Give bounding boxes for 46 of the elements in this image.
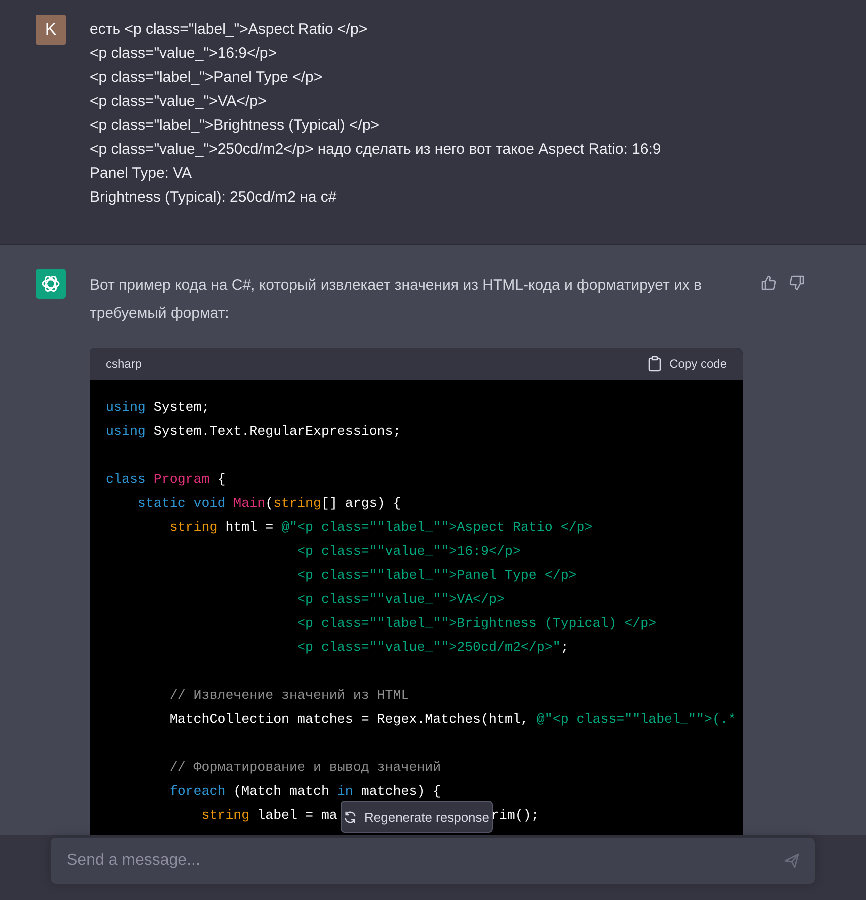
message-text-line: <p class="value_">250cd/m2</p> надо сделать из него вот такое Aspect Ratio: 16:9 (90, 140, 662, 160)
message-text-line: <p class="value_">VA</p> (90, 92, 268, 112)
code-token: matches) { (360, 784, 442, 799)
message-text-line: <p class="label_">Panel Type </p> (90, 68, 324, 88)
regenerate-response-button[interactable]: Regenerate response (341, 801, 493, 833)
code-token: <p class=""label_"">Panel Type </p> (296, 568, 577, 583)
code-token: <p class=""value_"">250cd/m2</p>" (296, 640, 561, 655)
code-token: // Извлечение значений из HTML (168, 688, 410, 703)
code-token: @"<p class=""label_"">(.* (536, 712, 736, 727)
code-token: System; (152, 400, 210, 415)
copy-code-button[interactable]: Copy code (648, 356, 727, 372)
user-avatar: K (36, 15, 66, 45)
message-text-line: <p class="value_">16:9</p> (90, 44, 278, 64)
code-token: in (337, 784, 354, 799)
code-token: Program (154, 472, 210, 487)
response-text: Вот пример кода на C#, который извлекает значения из HTML-кода и форматирует их в требуемый формат: (90, 276, 704, 324)
code-language: csharp (106, 357, 142, 371)
code-token: MatchCollection matches = Regex.Matches(html, (168, 712, 530, 727)
code-token: ( (266, 496, 274, 511)
code-token: @"<p class=""label_"">Aspect Ratio </p> (282, 520, 593, 535)
message-text-line: Panel Type: VA (90, 164, 194, 184)
message-text-line: Brightness (Typical): 250cd/m2 на c# (90, 188, 338, 208)
code-token: // Форматирование и вывод значений (168, 760, 442, 775)
code-token: Main (234, 496, 266, 511)
code-token: static void (136, 496, 227, 511)
message-input[interactable]: Send a message... (50, 837, 816, 885)
code-token: System.Text.RegularExpressions; (152, 424, 402, 439)
message-text-line: <p class="label_">Brightness (Typical) </p> (90, 116, 381, 136)
code-token: [] args) { (321, 496, 402, 511)
code-token: using (106, 400, 146, 415)
message-text-line: есть <p class="label_">Aspect Ratio </p> (90, 20, 369, 40)
code-token: rim(); (491, 808, 540, 823)
code-token: using (106, 424, 146, 439)
code-token: html = (224, 520, 275, 535)
code-token: string (168, 520, 218, 535)
code-token: string (274, 496, 322, 511)
code-token: <p class=""value_"">16:9</p> (296, 544, 521, 559)
code-token: <p class=""label_"">Brightness (Typical) </p> (296, 616, 657, 631)
code-token: label = ma (256, 808, 338, 823)
code-token: string (200, 808, 250, 823)
code-token: foreach (168, 784, 226, 799)
code-token: { (216, 472, 226, 487)
code-token: (Match match (232, 784, 330, 799)
code-token: ; (560, 640, 569, 655)
code-token: class (106, 472, 147, 487)
code-token: <p class=""value_"">VA</p> (296, 592, 505, 607)
